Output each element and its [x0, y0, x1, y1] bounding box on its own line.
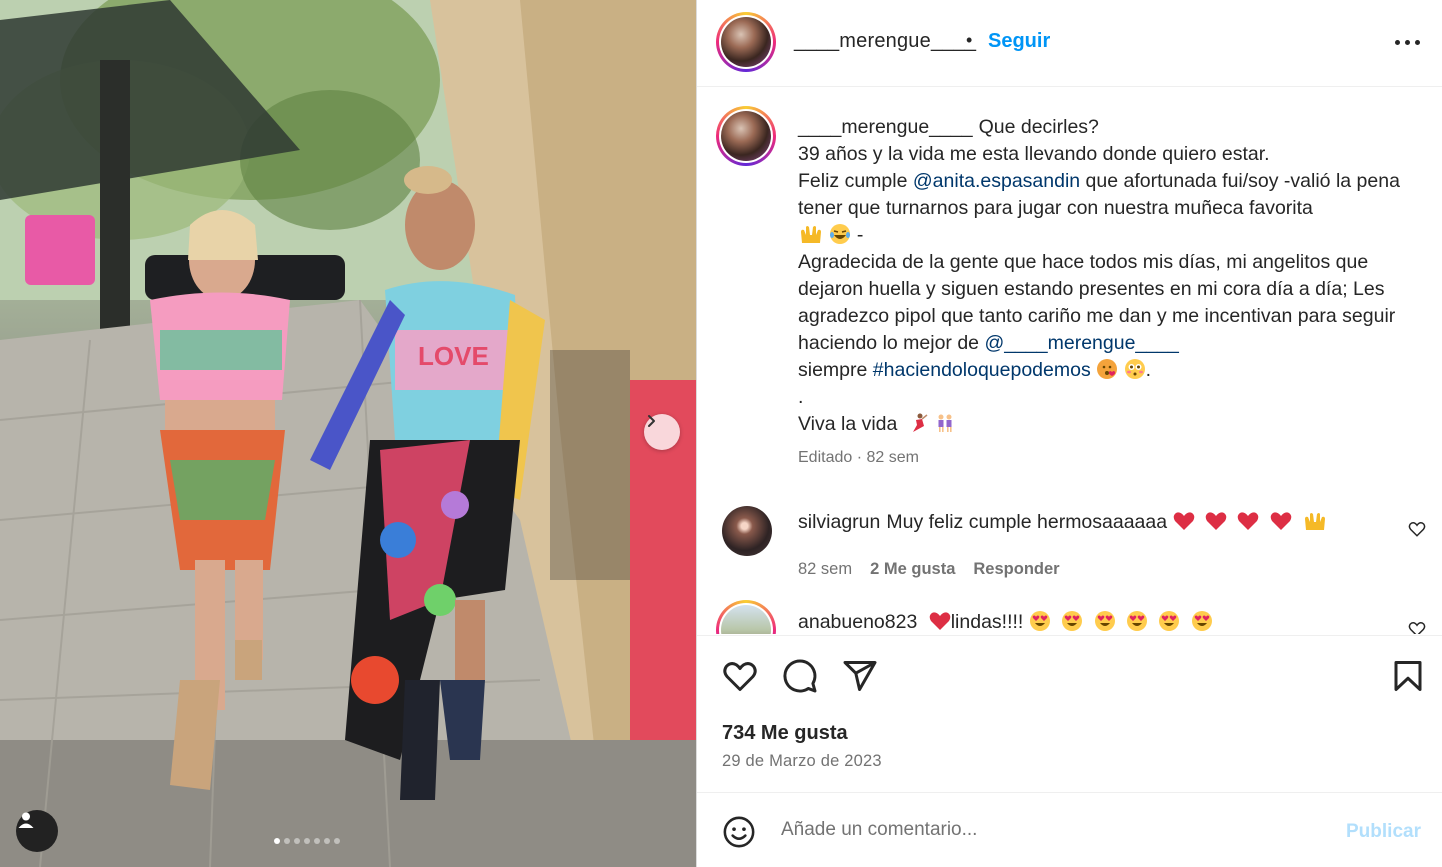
comment-reply-button[interactable]: Responder	[973, 560, 1059, 579]
post-photo: LOVE	[0, 0, 696, 867]
red-heart-emoji-icon	[1238, 512, 1259, 530]
more-options-icon[interactable]	[1390, 30, 1424, 54]
red-heart-emoji-icon	[1173, 512, 1194, 530]
caption-mention-merengue[interactable]: @____merengue____	[984, 332, 1178, 354]
comment-hearts-emojis	[1173, 511, 1329, 533]
post-side-panel: ____merengue____ • Seguir ____merengue__…	[696, 0, 1442, 867]
two-women-emoji-icon	[938, 414, 952, 432]
caption-line-2: 39 años y la vida me esta llevando donde…	[798, 143, 1270, 165]
caption-mention-anita[interactable]: @anita.espasandin	[913, 170, 1080, 192]
comment-avatar[interactable]	[722, 506, 772, 556]
caption-hashtag[interactable]: #haciendoloquepodemos	[873, 359, 1091, 381]
emoji-icon[interactable]	[722, 815, 756, 849]
post-date[interactable]: 29 de Marzo de 2023	[722, 752, 882, 771]
caption-line-4-mid: siempre	[798, 359, 873, 381]
photo-illustration: LOVE	[0, 0, 696, 867]
comment-text-row: silviagrun Muy feliz cumple hermosaaaaaa	[798, 510, 1328, 534]
carousel-dot	[284, 838, 290, 844]
heart-eyes-emoji-icon	[1127, 611, 1148, 631]
flushed-emoji-icon	[1124, 359, 1145, 379]
comment-composer: Publicar	[697, 792, 1442, 867]
next-slide-button[interactable]	[644, 414, 680, 450]
caption-end-period: .	[1145, 359, 1151, 381]
carousel-dot	[294, 838, 300, 844]
comment-like-icon[interactable]	[1408, 520, 1426, 538]
caption-line-3-pre: Feliz cumple	[798, 170, 913, 192]
user-tag-icon	[18, 812, 34, 828]
comment-username[interactable]: silviagrun	[798, 511, 880, 533]
dancer-emoji-icon	[912, 413, 928, 432]
likes-count[interactable]: 734 Me gusta	[722, 722, 848, 745]
caption-line-5: Viva la vida	[798, 413, 898, 435]
heart-eyes-emoji-icon	[1191, 611, 1212, 631]
save-icon[interactable]	[1390, 658, 1426, 694]
caption-username[interactable]: ____merengue____	[798, 116, 973, 138]
carousel-dot	[314, 838, 320, 844]
blowing-kiss-emoji-icon	[1097, 359, 1118, 379]
raising-hands-emoji-icon	[801, 226, 821, 243]
heart-eyes-emoji-icon	[1062, 611, 1083, 631]
share-icon[interactable]	[842, 658, 878, 694]
comment-time: 82 sem	[798, 560, 853, 578]
comments-scroll-area[interactable]: ____merengue____ Que decirles? 39 años y …	[697, 88, 1442, 634]
comment-likes[interactable]: 2 Me gusta	[870, 560, 955, 579]
caption-dot-line: .	[798, 386, 804, 408]
heart-eyes-emoji-icon	[1159, 611, 1180, 631]
red-heart-emoji-icon	[1205, 512, 1227, 530]
comment-icon[interactable]	[782, 658, 818, 694]
post-caption: ____merengue____ Que decirles? 39 años y …	[798, 114, 1410, 438]
comment-input[interactable]	[781, 819, 1321, 841]
caption-meta: Editado · 82 sem	[798, 449, 919, 466]
next-arrow-icon	[648, 415, 655, 427]
header-separator: •	[966, 30, 973, 50]
comment-like-icon[interactable]	[1408, 620, 1426, 634]
comment-username[interactable]: anabueno823	[798, 611, 917, 633]
comment-meta: 82 sem 2 Me gusta Responder	[798, 560, 1060, 579]
follow-button[interactable]: Seguir	[988, 30, 1050, 53]
post-actions: 734 Me gusta 29 de Marzo de 2023	[697, 635, 1442, 792]
comment-text: Muy feliz cumple hermosaaaaaa	[886, 511, 1168, 533]
heart-eyes-emoji-icon	[1029, 611, 1050, 631]
comment-text-row: anabueno823 lindas!!!!	[798, 610, 1213, 634]
caption-author-avatar[interactable]	[716, 106, 776, 166]
like-icon[interactable]	[722, 658, 758, 694]
user-tag-button[interactable]	[16, 810, 58, 852]
publish-button[interactable]: Publicar	[1346, 821, 1421, 843]
laughing-emoji-icon	[830, 224, 851, 244]
raising-hands-emoji-icon	[1305, 513, 1326, 530]
author-username[interactable]: ____merengue____	[794, 30, 976, 53]
red-heart-emoji-icon	[929, 612, 951, 630]
heart-eyes-emoji-icon	[1094, 611, 1115, 631]
caption-dash: -	[856, 224, 864, 246]
carousel-indicator	[274, 838, 340, 844]
carousel-dot	[304, 838, 310, 844]
comment-hearteyes-emojis	[1029, 611, 1213, 633]
svg-text:LOVE: LOVE	[418, 341, 489, 371]
comment-text: lindas!!!!	[950, 611, 1024, 633]
carousel-dot	[324, 838, 330, 844]
caption-line-1: Que decirles?	[978, 116, 1099, 138]
carousel-dot	[274, 838, 280, 844]
red-heart-emoji-icon	[1270, 512, 1292, 530]
author-avatar[interactable]	[716, 12, 776, 72]
post-header: ____merengue____ • Seguir	[697, 0, 1442, 87]
carousel-dot	[334, 838, 340, 844]
comment-avatar[interactable]	[716, 600, 776, 634]
